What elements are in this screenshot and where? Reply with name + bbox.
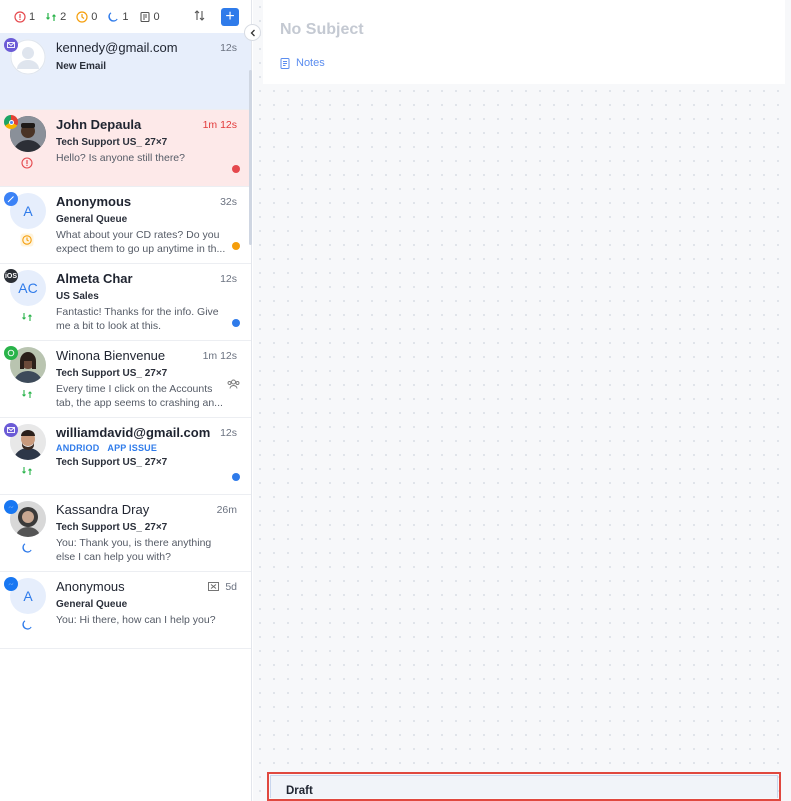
queue-name: General Queue: [56, 214, 128, 225]
elapsed-time: 5d: [225, 581, 237, 593]
draft-tab[interactable]: Draft: [267, 772, 781, 801]
transfer-status-icon: [20, 310, 34, 324]
tag[interactable]: ANDRIOD: [56, 443, 99, 453]
transfer-status-icon: [20, 387, 34, 401]
add-conversation-button[interactable]: +: [221, 7, 239, 26]
conversation-item[interactable]: John Depaula 1m 12s Tech Support US_ 27×…: [0, 110, 251, 187]
detail-header: No Subject Notes: [263, 0, 785, 84]
alert-icon: [14, 10, 26, 23]
moon-icon: [107, 11, 119, 23]
chrome-channel-icon: [4, 115, 18, 129]
counter-waiting[interactable]: 0: [76, 11, 97, 23]
transfer-icon: [45, 11, 57, 23]
queue-name: Tech Support US_ 27×7: [56, 368, 168, 379]
counter-notes[interactable]: 0: [139, 11, 160, 23]
counter-alerts-value: 1: [29, 10, 36, 23]
counter-snoozed[interactable]: 1: [107, 10, 129, 23]
moon-status-icon: [20, 541, 34, 555]
subject-title: No Subject: [280, 21, 364, 38]
transfer-status-icon: [20, 464, 34, 478]
ios-channel-icon: iOS: [4, 269, 18, 283]
messenger-channel-icon: [4, 500, 18, 514]
contact-name: John Depaula: [56, 117, 142, 132]
message-preview: Every time I click on the Accounts tab, …: [56, 383, 223, 409]
counter-alerts[interactable]: 1: [14, 11, 35, 23]
contact-name: Winona Bienvenue: [56, 348, 166, 363]
notes-label: Notes: [296, 57, 325, 69]
conversation-list: kennedy@gmail.com 12s New Email John Dep…: [0, 33, 251, 649]
conversation-item[interactable]: iOS AC Almeta Char 12s US Sales Fantasti…: [0, 264, 251, 341]
clock-status-icon: [20, 233, 34, 247]
queue-name: Tech Support US_ 27×7: [56, 457, 168, 468]
queue-name: Tech Support US_ 27×7: [56, 137, 168, 148]
sort-icon[interactable]: [194, 9, 205, 24]
elapsed-time: 12s: [220, 273, 237, 285]
message-preview: Fantastic! Thanks for the info. Give me …: [56, 306, 219, 332]
counter-waiting-value: 0: [91, 10, 98, 23]
tag[interactable]: APP ISSUE: [107, 443, 157, 453]
conversation-item[interactable]: Winona Bienvenue 1m 12s Tech Support US_…: [0, 341, 251, 418]
unread-indicator: [232, 319, 240, 327]
conversation-item[interactable]: A Anonymous 32s General Queue What about…: [0, 187, 251, 264]
draft-label: Draft: [270, 775, 778, 798]
queue-name: Tech Support US_ 27×7: [56, 522, 168, 533]
unread-indicator: [232, 242, 240, 250]
elapsed-time: 26m: [216, 504, 237, 516]
counter-transfers[interactable]: 2: [45, 11, 66, 23]
collapse-panel-button[interactable]: [244, 24, 261, 41]
group-icon: [227, 378, 240, 392]
elapsed-time: 1m 12s: [202, 350, 237, 362]
conversation-detail: No Subject Notes Draft: [253, 0, 791, 801]
list-scrollbar[interactable]: [249, 70, 252, 245]
counter-snoozed-value: 1: [122, 10, 129, 23]
contact-name: kennedy@gmail.com: [56, 40, 178, 55]
queue-name: General Queue: [56, 599, 128, 610]
conversation-item[interactable]: kennedy@gmail.com 12s New Email: [0, 33, 251, 110]
tag-list: ANDRIOD APP ISSUE: [56, 443, 165, 453]
closed-email-icon: [208, 580, 219, 594]
notes-icon: [280, 57, 290, 69]
counter-notes-value: 0: [153, 10, 160, 23]
whatsapp-channel-icon: [4, 346, 18, 360]
contact-name: Kassandra Dray: [56, 502, 150, 517]
web-channel-icon: [4, 192, 18, 206]
contact-name: Anonymous: [56, 194, 132, 209]
conversation-item[interactable]: williamdavid@gmail.com 12s ANDRIOD APP IS…: [0, 418, 251, 495]
elapsed-time: 32s: [220, 196, 237, 208]
clock-icon: [76, 10, 88, 23]
email-channel-icon: [4, 423, 18, 437]
contact-name: Anonymous: [56, 579, 125, 594]
conversation-item[interactable]: A Anonymous 5d General Queue You: Hi the…: [0, 572, 251, 649]
unread-indicator: [232, 473, 240, 481]
contact-name: Almeta Char: [56, 271, 133, 286]
unread-indicator: [232, 165, 240, 173]
moon-status-icon: [20, 618, 34, 632]
conversation-panel: 1 2 0 1 0 + kennedy@gmail.com 12s New Em…: [0, 0, 252, 801]
message-preview: What about your CD rates? Do you expect …: [56, 229, 226, 255]
contact-name: williamdavid@gmail.com: [56, 425, 211, 440]
messenger-channel-icon: [4, 577, 18, 591]
elapsed-time: 12s: [220, 427, 237, 439]
chevron-left-icon: [250, 29, 255, 36]
message-preview: You: Thank you, is there anything else I…: [56, 537, 212, 563]
message-preview: You: Hi there, how can I help you?: [56, 614, 216, 626]
message-preview: Hello? Is anyone still there?: [56, 152, 185, 164]
email-channel-icon: [4, 38, 18, 52]
queue-name: US Sales: [56, 291, 99, 302]
elapsed-time: 1m 12s: [202, 119, 237, 131]
note-icon: [139, 11, 151, 23]
alert-status-icon: [20, 156, 34, 170]
elapsed-time: 12s: [220, 42, 237, 54]
conversation-toolbar: 1 2 0 1 0 +: [0, 0, 251, 33]
queue-name: New Email: [56, 61, 107, 72]
counter-transfers-value: 2: [60, 10, 67, 23]
notes-link[interactable]: Notes: [280, 57, 325, 69]
conversation-item[interactable]: Kassandra Dray 26m Tech Support US_ 27×7…: [0, 495, 251, 572]
